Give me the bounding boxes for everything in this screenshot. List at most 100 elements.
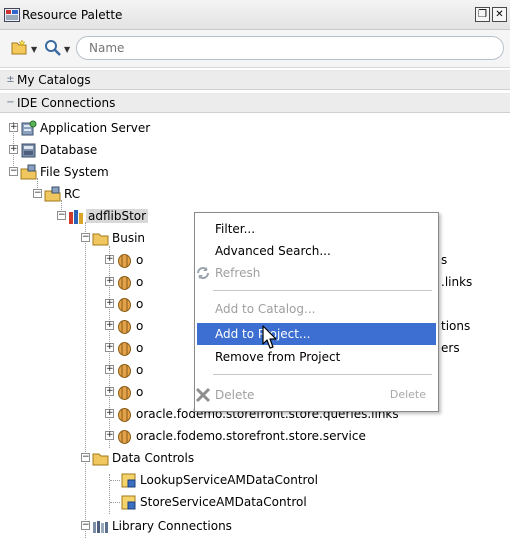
package-icon	[118, 254, 131, 268]
collapse-icon[interactable]: −	[81, 453, 90, 462]
menu-item-add-to-project[interactable]: Add to Project...	[197, 323, 436, 345]
tree-node-label: o	[136, 319, 144, 333]
tree-node-label-tail: s	[441, 253, 448, 267]
tree-node-application-server[interactable]: + Application Server	[0, 118, 510, 140]
expand-icon[interactable]: +	[9, 145, 18, 154]
tree-node-rc[interactable]: − RC	[0, 184, 510, 206]
menu-item-label: Delete	[215, 388, 255, 402]
section-ide-connections[interactable]: − IDE Connections	[0, 93, 510, 113]
expand-icon[interactable]: ±	[5, 75, 16, 86]
tree-node-label: o	[136, 297, 144, 311]
tree-node-label: Application Server	[40, 121, 151, 135]
tree-node-label: o	[136, 253, 144, 267]
package-icon	[118, 386, 131, 400]
expand-icon[interactable]: +	[105, 277, 114, 286]
tree-node-label-selected: adflibStor	[86, 209, 149, 223]
menu-item-delete[interactable]: Delete Delete	[195, 384, 436, 406]
section-my-catalogs[interactable]: ± My Catalogs	[0, 70, 510, 90]
chevron-down-icon[interactable]: ▼	[64, 45, 70, 54]
tree-node-label-tail: ers	[441, 341, 460, 355]
package-icon	[118, 320, 131, 334]
expand-icon[interactable]: +	[105, 299, 114, 308]
package-icon	[118, 342, 131, 356]
context-menu: Filter... Advanced Search... Refresh Add…	[194, 212, 439, 412]
tree-node-label: LookupServiceAMDataControl	[140, 473, 318, 487]
collapse-icon[interactable]: −	[81, 521, 90, 530]
restore-icon[interactable]: ❐	[475, 7, 490, 22]
expand-icon[interactable]: +	[105, 365, 114, 374]
tree-node-label: o	[136, 275, 144, 289]
expand-icon[interactable]: +	[105, 409, 114, 418]
tree-node-file-system[interactable]: − File System	[0, 162, 510, 184]
expand-icon[interactable]: +	[105, 343, 114, 352]
menu-item-label: Filter...	[215, 222, 256, 236]
new-catalog-icon[interactable]	[11, 39, 27, 55]
collapse-icon[interactable]: −	[33, 189, 42, 198]
resource-palette-icon	[4, 8, 20, 22]
menu-item-filter[interactable]: Filter...	[197, 218, 436, 240]
collapse-icon[interactable]: −	[57, 211, 66, 220]
expand-icon[interactable]: +	[105, 255, 114, 264]
data-control-icon	[121, 495, 136, 510]
package-icon	[118, 364, 131, 378]
close-icon[interactable]: ✕	[492, 7, 507, 22]
expand-icon[interactable]: +	[105, 321, 114, 330]
file-system-connection-icon	[44, 186, 61, 202]
expand-icon[interactable]: +	[105, 431, 114, 440]
delete-icon	[195, 387, 211, 403]
tree-node-label: o	[136, 363, 144, 377]
tree-node-data-control[interactable]: StoreServiceAMDataControl	[0, 492, 510, 514]
application-server-icon	[21, 120, 37, 136]
folder-icon	[92, 453, 109, 466]
menu-item-label: Add to Catalog...	[215, 302, 316, 316]
tree-node-label-tail: .links	[441, 275, 473, 289]
search-toolbar: ▼ ▼	[0, 30, 510, 68]
section-label: IDE Connections	[17, 96, 116, 110]
search-input[interactable]	[76, 36, 504, 60]
package-icon	[118, 430, 131, 444]
menu-item-accelerator: Delete	[389, 388, 426, 401]
menu-item-label: Advanced Search...	[215, 244, 331, 258]
menu-separator	[213, 374, 432, 375]
expand-icon[interactable]: +	[9, 123, 18, 132]
menu-separator	[213, 290, 432, 291]
tree-node-label: File System	[40, 165, 109, 179]
tree-node-label-tail: tions	[441, 319, 471, 333]
package-icon	[118, 276, 131, 290]
tree-node-data-control[interactable]: LookupServiceAMDataControl	[0, 470, 510, 492]
database-icon	[21, 143, 36, 158]
folder-icon	[92, 233, 109, 246]
tree-node-label: Busin	[112, 231, 146, 245]
expand-icon[interactable]: +	[105, 387, 114, 396]
menu-item-refresh[interactable]: Refresh	[197, 262, 436, 284]
tree-node-database[interactable]: + Database	[0, 140, 510, 162]
section-label: My Catalogs	[17, 73, 91, 87]
collapse-icon[interactable]: −	[5, 98, 16, 109]
data-control-icon	[121, 473, 136, 488]
tree-node-library-connections[interactable]: − Library Connections	[0, 516, 510, 538]
tree-node-label: o	[136, 385, 144, 399]
menu-item-advanced-search[interactable]: Advanced Search...	[197, 240, 436, 262]
library-icon	[69, 210, 83, 224]
menu-item-label: Remove from Project	[215, 350, 341, 364]
tree-node-label: Library Connections	[112, 519, 232, 533]
chevron-down-icon[interactable]: ▼	[31, 45, 37, 54]
menu-item-label: Refresh	[215, 266, 261, 280]
window-title: Resource Palette	[22, 8, 123, 22]
collapse-icon[interactable]: −	[9, 167, 18, 176]
tree-node-label: Database	[40, 143, 98, 157]
refresh-icon	[197, 267, 209, 279]
package-icon	[118, 298, 131, 312]
menu-item-add-to-catalog[interactable]: Add to Catalog...	[197, 298, 436, 320]
library-connections-icon	[93, 521, 108, 533]
search-icon[interactable]	[44, 39, 62, 57]
package-icon	[118, 408, 131, 422]
tree-node-label: o	[136, 341, 144, 355]
file-system-icon	[20, 164, 37, 180]
tree-node-label: StoreServiceAMDataControl	[140, 495, 307, 509]
menu-item-remove-from-project[interactable]: Remove from Project	[197, 346, 436, 368]
tree-node-data-controls[interactable]: − Data Controls	[0, 448, 510, 470]
tree-node-label: RC	[64, 187, 81, 201]
tree-node-package[interactable]: + oracle.fodemo.storefront.store.service	[0, 426, 510, 448]
collapse-icon[interactable]: −	[81, 233, 90, 242]
